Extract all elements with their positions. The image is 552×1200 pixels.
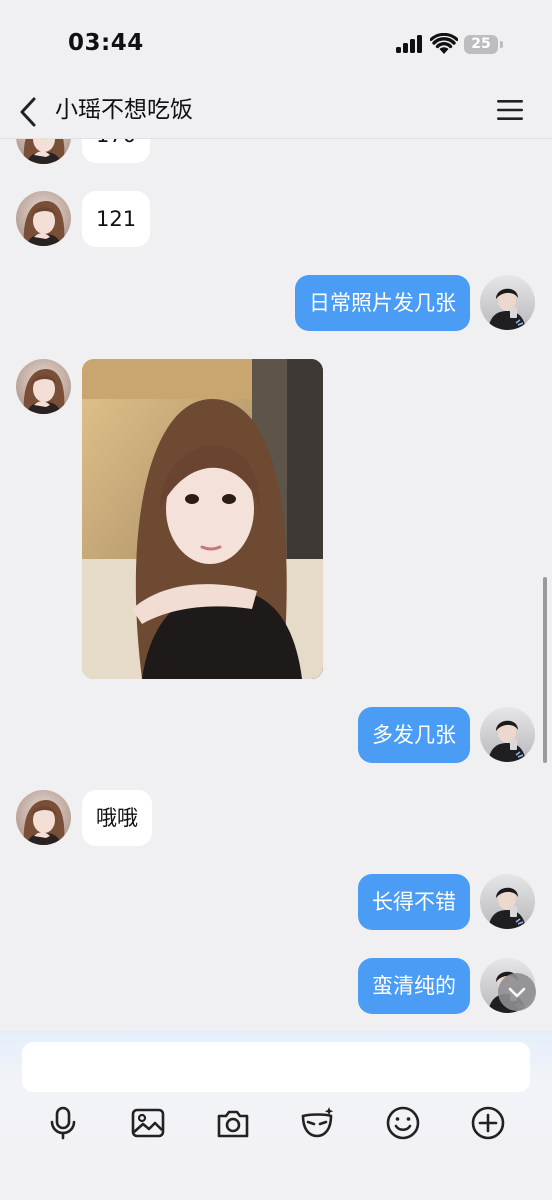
chevron-down-icon [508,987,526,998]
input-panel [0,1031,552,1200]
my-avatar[interactable] [480,874,535,929]
message-list[interactable]: 170 121 日常照片发几张 多发几张 哦哦 长得不错 蛮清纯 [0,139,552,1031]
outgoing-message[interactable]: 蛮清纯的 [358,958,470,1014]
contact-avatar[interactable] [16,139,71,164]
emoji-icon[interactable] [385,1105,421,1141]
battery-icon: 25 [464,35,498,54]
contact-avatar[interactable] [16,790,71,845]
my-avatar[interactable] [480,707,535,762]
battery-cap [500,41,503,48]
status-bar: 03:44 25 [0,0,552,88]
outgoing-message[interactable]: 多发几张 [358,707,470,763]
microphone-icon[interactable] [45,1105,81,1141]
chat-title[interactable]: 小瑶不想吃饭 [55,93,193,127]
menu-icon[interactable] [496,98,524,122]
status-time: 03:44 [68,30,144,56]
cellular-signal-icon [396,35,424,53]
back-chevron-icon[interactable] [14,94,44,130]
outgoing-message[interactable]: 长得不错 [358,874,470,930]
contact-avatar[interactable] [16,191,71,246]
outgoing-message[interactable]: 日常照片发几张 [295,275,470,331]
message-input[interactable] [22,1042,530,1092]
mask-icon[interactable] [300,1105,336,1141]
chat-header: 小瑶不想吃饭 [0,88,552,139]
camera-icon[interactable] [215,1105,251,1141]
scrollbar[interactable] [543,577,547,763]
incoming-message[interactable]: 170 [82,139,151,163]
battery-level: 25 [471,36,491,52]
incoming-message[interactable]: 哦哦 [82,790,152,846]
selfie-photo [82,359,323,679]
plus-icon[interactable] [470,1105,506,1141]
contact-avatar[interactable] [16,359,71,414]
incoming-photo[interactable] [82,359,323,679]
my-avatar[interactable] [480,275,535,330]
wifi-icon [430,33,458,54]
scroll-to-bottom-button[interactable] [498,973,536,1011]
incoming-message[interactable]: 121 [82,191,151,247]
image-icon[interactable] [130,1105,166,1141]
